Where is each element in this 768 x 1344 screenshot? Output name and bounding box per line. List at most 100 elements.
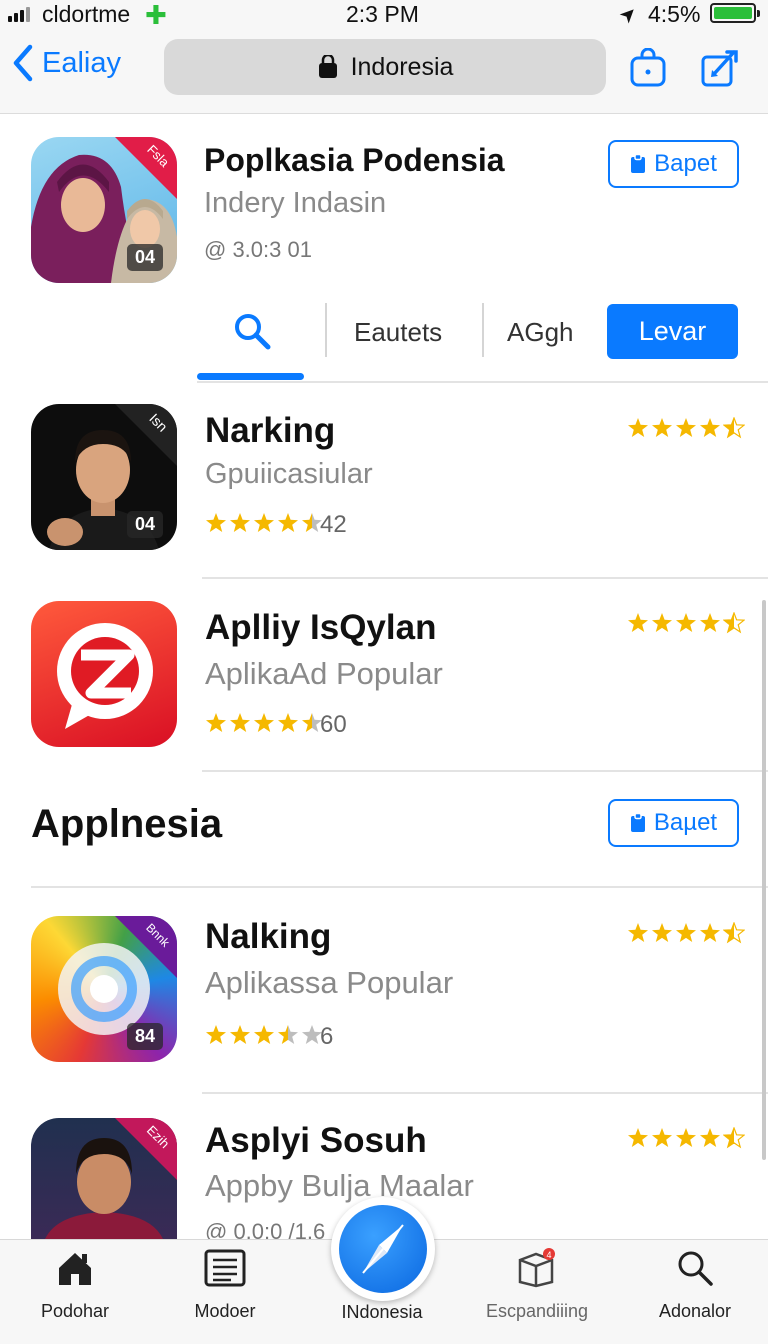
star-icon	[676, 613, 696, 632]
featured-subtitle: Indery Indasin	[204, 187, 387, 219]
tab-bar-label: Escpandiiing	[485, 1301, 589, 1321]
corner-ribbon-icon: Fsla	[115, 137, 177, 199]
app-title[interactable]: Narking	[205, 411, 335, 451]
header-rating-stars	[627, 612, 747, 634]
star-icon	[723, 417, 745, 439]
app-subtitle: Gpuiicasiular	[205, 458, 373, 490]
app-icon-aplliy[interactable]	[31, 601, 177, 747]
navigation-bar: Ealiay Indoresia	[0, 28, 768, 114]
tab-aggh[interactable]: AGgh	[507, 317, 574, 348]
notification-badge: 4	[546, 1250, 551, 1260]
star-icon	[628, 1128, 648, 1147]
star-icon	[278, 513, 298, 532]
tab-bar-label: INdonesia	[341, 1302, 423, 1322]
package-icon: 4	[518, 1248, 555, 1288]
star-icon	[700, 923, 720, 942]
bag-icon	[318, 55, 337, 78]
app-badge: 84	[127, 1023, 164, 1050]
star-icon	[628, 923, 648, 942]
star-icon	[700, 1128, 720, 1147]
header-rating-stars	[627, 1127, 747, 1149]
star-icon	[278, 1025, 298, 1044]
star-icon	[254, 513, 274, 532]
corner-ribbon-icon: Bnnk	[115, 916, 177, 978]
header-rating-stars	[627, 417, 747, 439]
chat-z-logo-icon	[57, 623, 153, 729]
search-icon[interactable]	[232, 311, 272, 351]
scrollbar[interactable]	[762, 600, 766, 1160]
rating-count: 60	[320, 711, 347, 738]
address-text: Indoresia	[350, 52, 454, 81]
star-icon	[230, 713, 250, 732]
location-arrow-icon: ➤	[615, 1, 643, 29]
star-icon	[628, 613, 648, 632]
star-icon	[230, 1025, 250, 1044]
tab-bar-item-updates[interactable]: 4 Escpandiiing	[462, 1248, 612, 1322]
safari-compass-button[interactable]	[331, 1197, 435, 1301]
section-get-button[interactable]: Baµet	[608, 799, 739, 847]
address-bar[interactable]: Indoresia	[164, 39, 606, 95]
tab-divider	[482, 303, 484, 357]
search-icon	[678, 1251, 713, 1286]
clipboard-icon	[631, 154, 646, 173]
back-button[interactable]: Ealiay	[12, 44, 121, 82]
chevron-left-icon	[13, 44, 33, 82]
star-icon	[206, 1025, 226, 1044]
status-bar: cldortme ✚ 2:3 PM ➤ 4:5%	[0, 0, 768, 30]
compose-icon[interactable]	[700, 48, 740, 88]
status-time: 2:3 PM	[346, 1, 419, 27]
tab-bar-item-indonesia[interactable]: INdonesia	[307, 1302, 457, 1323]
row-divider	[202, 577, 768, 579]
active-tab-indicator	[197, 373, 304, 380]
row-divider	[202, 1092, 768, 1094]
header-rating-stars	[627, 922, 747, 944]
compass-icon	[362, 1224, 404, 1274]
featured-app-icon[interactable]: Fsla 04	[31, 137, 177, 283]
tab-levar[interactable]: Levar	[607, 304, 738, 359]
get-button-label: Bapet	[654, 150, 717, 177]
tabs-baseline	[197, 381, 768, 383]
carrier-name: cldortme	[42, 1, 131, 27]
tab-bar-label: Modoer	[194, 1301, 256, 1321]
corner-ribbon-icon: Ezih	[115, 1118, 177, 1180]
corner-ribbon-icon: Isn	[115, 404, 177, 466]
star-icon	[254, 1025, 274, 1044]
app-subtitle: AplikaAd Popular	[205, 656, 443, 691]
star-icon	[206, 513, 226, 532]
app-subtitle: Aplikassa Popular	[205, 965, 454, 1000]
section-divider	[31, 886, 768, 888]
star-icon	[676, 923, 696, 942]
star-icon	[723, 612, 745, 634]
home-icon	[59, 1253, 91, 1285]
share-bag-icon[interactable]	[628, 48, 668, 88]
tab-bar-item-news[interactable]: Modoer	[150, 1248, 300, 1322]
section-button-label: Baµet	[653, 809, 718, 836]
tab-bar-item-search[interactable]: Adonalor	[620, 1248, 768, 1322]
app-title[interactable]: Nalking	[205, 917, 331, 957]
star-icon	[652, 613, 672, 632]
featured-badge: 04	[127, 244, 164, 271]
app-title[interactable]: Aplliy IsQylan	[205, 608, 436, 648]
star-icon	[723, 922, 745, 944]
app-meta: @ 0.0:0 /1.6	[205, 1219, 326, 1239]
star-icon	[700, 613, 720, 632]
section-heading: Applnesia	[31, 802, 223, 846]
tab-bar-item-home[interactable]: Podohar	[0, 1248, 150, 1322]
rating-count: 6	[320, 1023, 334, 1050]
app-title[interactable]: Asplyi Sosuh	[205, 1121, 427, 1161]
featured-title[interactable]: Poplkasia Podensia	[204, 142, 505, 179]
document-list-icon	[204, 1249, 246, 1287]
app-icon-nalking[interactable]: Bnnk 84	[31, 916, 177, 1062]
get-button[interactable]: Bapet	[608, 140, 739, 188]
star-icon	[206, 713, 226, 732]
star-icon	[700, 418, 720, 437]
app-subtitle: Appby Bulja Maalar	[205, 1168, 474, 1203]
tab-bar-label: Podohar	[40, 1301, 110, 1321]
app-icon-narking[interactable]: Isn 04	[31, 404, 177, 550]
clipboard-icon	[630, 813, 645, 832]
app-icon-asplyi[interactable]: Ezih	[31, 1118, 177, 1239]
star-icon	[676, 1128, 696, 1147]
tab-eautets[interactable]: Eautets	[354, 317, 442, 348]
battery-icon	[710, 3, 760, 23]
star-icon	[676, 418, 696, 437]
